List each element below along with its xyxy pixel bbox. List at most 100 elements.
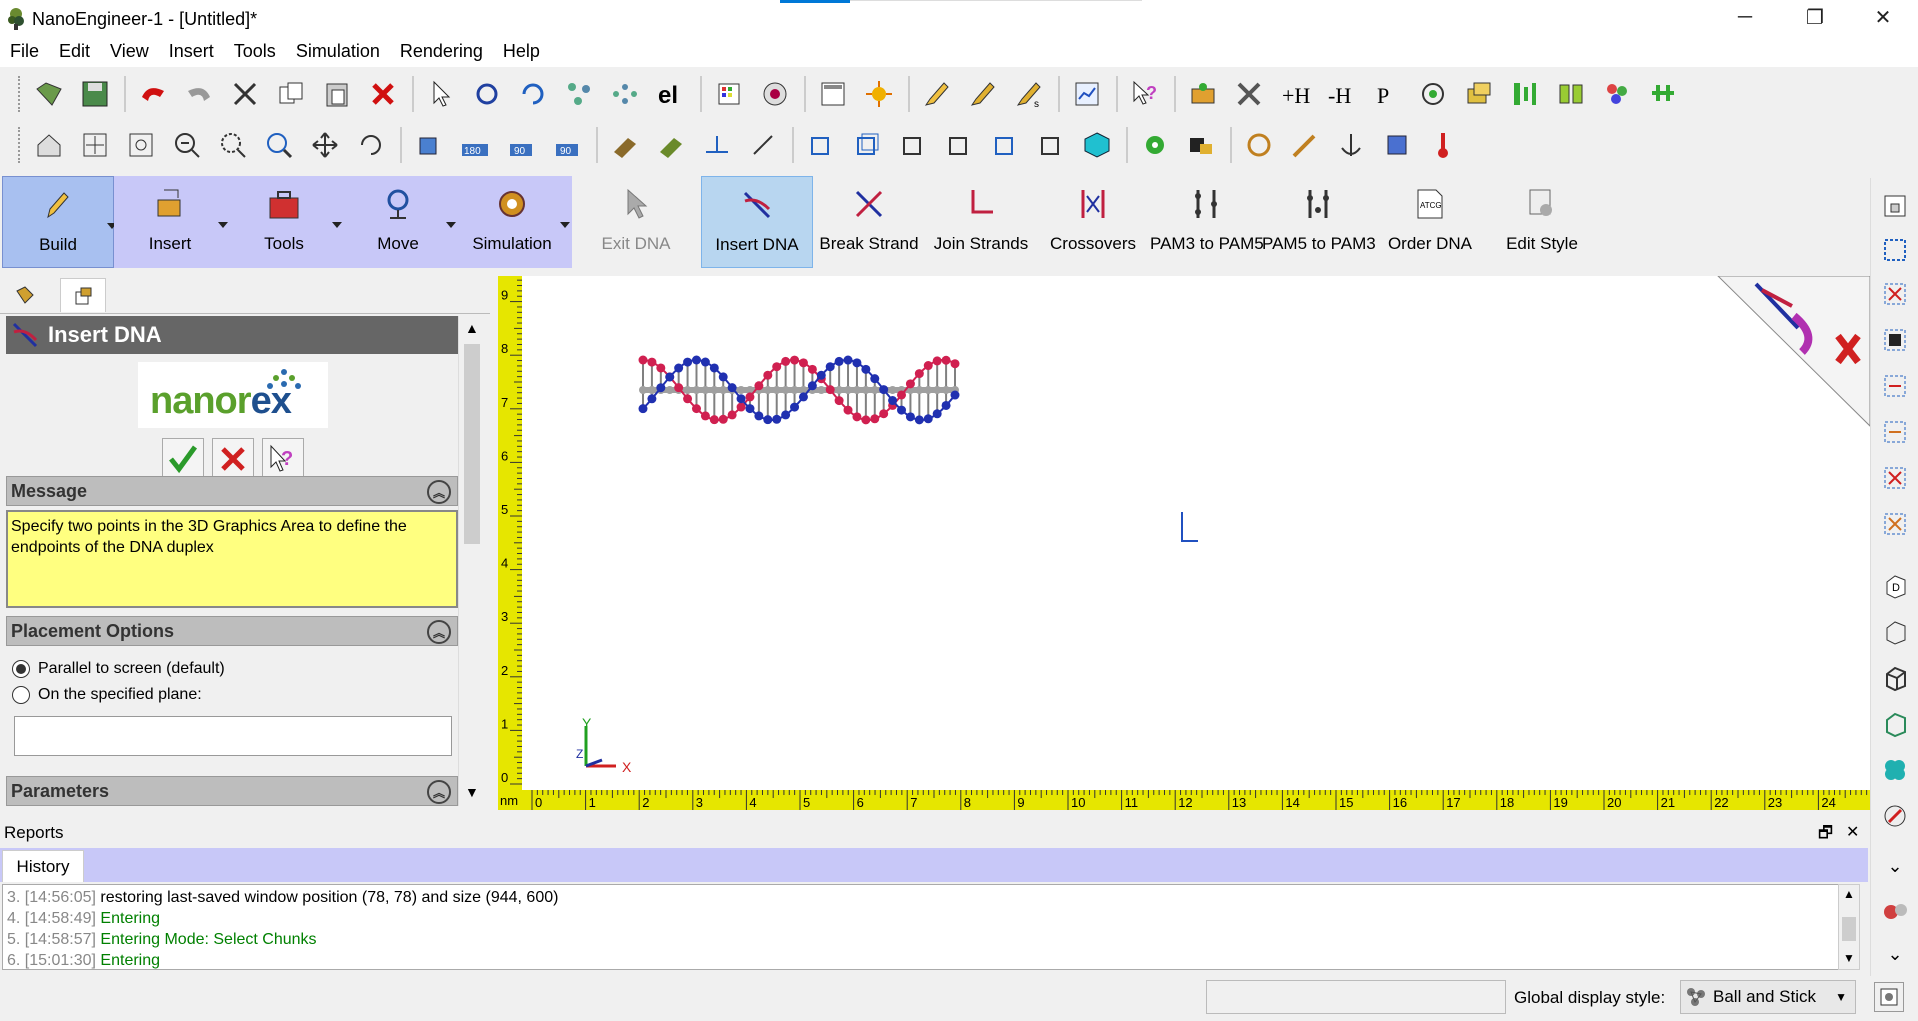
- plane-icon[interactable]: [698, 126, 736, 164]
- build-atoms-icon[interactable]: [1184, 75, 1222, 113]
- back-view-icon[interactable]: [848, 126, 886, 164]
- break-strand-button[interactable]: Break Strand: [813, 176, 925, 268]
- select-bonds-icon[interactable]: [606, 75, 644, 113]
- history-log[interactable]: 3. [14:56:05] restoring last-saved windo…: [2, 884, 1842, 970]
- collapse-message-button[interactable]: ︽: [427, 480, 451, 504]
- tab-history[interactable]: History: [2, 850, 84, 882]
- scroll-up-icon[interactable]: ▲: [465, 320, 479, 336]
- cut-icon[interactable]: [226, 75, 264, 113]
- zoom-to-fit-icon[interactable]: [76, 126, 114, 164]
- select-molecules-icon[interactable]: [468, 75, 506, 113]
- rotary-motor-icon[interactable]: [1240, 126, 1278, 164]
- display-lines-icon[interactable]: [1879, 662, 1911, 694]
- edit-style-button[interactable]: Edit Style: [1486, 176, 1598, 268]
- home-view-icon[interactable]: [30, 126, 68, 164]
- menu-edit[interactable]: Edit: [49, 37, 100, 67]
- cross-red-icon[interactable]: [1879, 462, 1911, 494]
- copy-icon[interactable]: [272, 75, 310, 113]
- rotate-90-ccw-icon[interactable]: 90: [548, 126, 586, 164]
- energy-icon[interactable]: el: [652, 75, 690, 113]
- simulator-gear-icon[interactable]: [1136, 126, 1174, 164]
- toolbar-expand-bottom-icon[interactable]: ⌄: [1879, 938, 1911, 970]
- property-manager-tab[interactable]: [60, 278, 106, 312]
- menu-tools[interactable]: Tools: [224, 37, 286, 67]
- black-box-icon[interactable]: [1879, 324, 1911, 356]
- tools-wrench-icon[interactable]: [1230, 75, 1268, 113]
- add-hydrogen-icon[interactable]: +H: [1276, 75, 1314, 113]
- rotate-180-icon[interactable]: 180: [456, 126, 494, 164]
- toolbar-grip[interactable]: [18, 76, 22, 112]
- paste-icon[interactable]: [318, 75, 356, 113]
- open-file-icon[interactable]: [30, 75, 68, 113]
- menu-insert[interactable]: Insert: [159, 37, 224, 67]
- close-dock-icon[interactable]: ✕: [1846, 822, 1859, 842]
- join-strands-button[interactable]: Join Strands: [925, 176, 1037, 268]
- cross-orange-icon[interactable]: [1879, 508, 1911, 540]
- stat-icon[interactable]: [1378, 126, 1416, 164]
- bottom-view-icon[interactable]: [1032, 126, 1070, 164]
- minimize-button[interactable]: ─: [1710, 0, 1780, 34]
- pencil-edit-icon[interactable]: [964, 75, 1002, 113]
- scroll-up-icon[interactable]: ▲: [1843, 887, 1855, 901]
- cancel-button[interactable]: [212, 438, 254, 480]
- display-default-icon[interactable]: D: [1879, 570, 1911, 602]
- isometric-view-icon[interactable]: [1078, 126, 1116, 164]
- insert-dna-button[interactable]: Insert DNA: [701, 176, 813, 268]
- menu-file[interactable]: File: [0, 37, 49, 67]
- line-icon[interactable]: [744, 126, 782, 164]
- model-tree-tab[interactable]: [2, 278, 48, 312]
- scroll-down-icon[interactable]: ▼: [1843, 951, 1855, 965]
- plane-list-field[interactable]: [14, 716, 452, 756]
- exit-dna-button[interactable]: Exit DNA: [580, 176, 692, 268]
- color-wheel-icon[interactable]: [756, 75, 794, 113]
- pan-icon[interactable]: [306, 126, 344, 164]
- scrollbar-thumb[interactable]: [464, 344, 480, 544]
- select-box-icon[interactable]: [1879, 234, 1911, 266]
- cmd-insert[interactable]: Insert: [114, 176, 226, 268]
- sun-icon[interactable]: [860, 75, 898, 113]
- target-icon[interactable]: [1414, 75, 1452, 113]
- radio-parallel-to-screen[interactable]: Parallel to screen (default): [12, 660, 225, 678]
- element-color-icon[interactable]: [710, 75, 748, 113]
- rotate-view-icon[interactable]: [352, 126, 390, 164]
- save-icon[interactable]: [76, 75, 114, 113]
- connect-alt-icon[interactable]: [1879, 416, 1911, 448]
- rotate-components-icon[interactable]: [514, 75, 552, 113]
- align-icon[interactable]: [1506, 75, 1544, 113]
- select-arrow-icon[interactable]: [422, 75, 460, 113]
- remove-hydrogen-icon[interactable]: -H: [1322, 75, 1360, 113]
- pam5-to-pam3-button[interactable]: PAM5 to PAM3: [1262, 176, 1376, 268]
- global-display-style-select[interactable]: Ball and Stick ▼: [1680, 980, 1856, 1014]
- cmd-build[interactable]: Build: [2, 176, 117, 268]
- float-dock-icon[interactable]: 🗗: [1818, 822, 1833, 849]
- move-dropdown-arrow[interactable]: [446, 222, 456, 228]
- linear-motor-icon[interactable]: [1286, 126, 1324, 164]
- zoom-selection-icon[interactable]: [122, 126, 160, 164]
- crossovers-button[interactable]: Crossovers: [1037, 176, 1149, 268]
- zoom-out-icon[interactable]: [168, 126, 206, 164]
- radio-button[interactable]: [12, 686, 30, 704]
- select-atoms-icon[interactable]: [560, 75, 598, 113]
- undo-icon[interactable]: [134, 75, 172, 113]
- set-view-icon[interactable]: [606, 126, 644, 164]
- zoom-icon[interactable]: [260, 126, 298, 164]
- top-view-icon[interactable]: [986, 126, 1024, 164]
- radio-button[interactable]: [12, 660, 30, 678]
- graphics-area[interactable]: Y X Z: [498, 275, 1871, 810]
- whats-this-icon[interactable]: ?: [1126, 75, 1164, 113]
- cmd-move[interactable]: Move: [342, 176, 454, 268]
- collapse-parameters-button[interactable]: ︽: [427, 780, 451, 804]
- distribute-icon[interactable]: [1644, 75, 1682, 113]
- tools-dropdown-arrow[interactable]: [332, 222, 342, 228]
- pam3-to-pam5-button[interactable]: PAM3 to PAM5: [1150, 176, 1264, 268]
- thermometer-icon[interactable]: [1424, 126, 1462, 164]
- menu-rendering[interactable]: Rendering: [390, 37, 493, 67]
- plot-icon[interactable]: [1068, 75, 1106, 113]
- scrollbar-thumb[interactable]: [1842, 917, 1856, 941]
- order-dna-button[interactable]: ATCG Order DNA: [1374, 176, 1486, 268]
- passivate-icon[interactable]: P: [1368, 75, 1406, 113]
- anchor-icon[interactable]: [1332, 126, 1370, 164]
- save-view-icon[interactable]: [652, 126, 690, 164]
- pm-scrollbar[interactable]: ▲ ▼: [458, 316, 484, 806]
- display-invisible-icon[interactable]: [1879, 616, 1911, 648]
